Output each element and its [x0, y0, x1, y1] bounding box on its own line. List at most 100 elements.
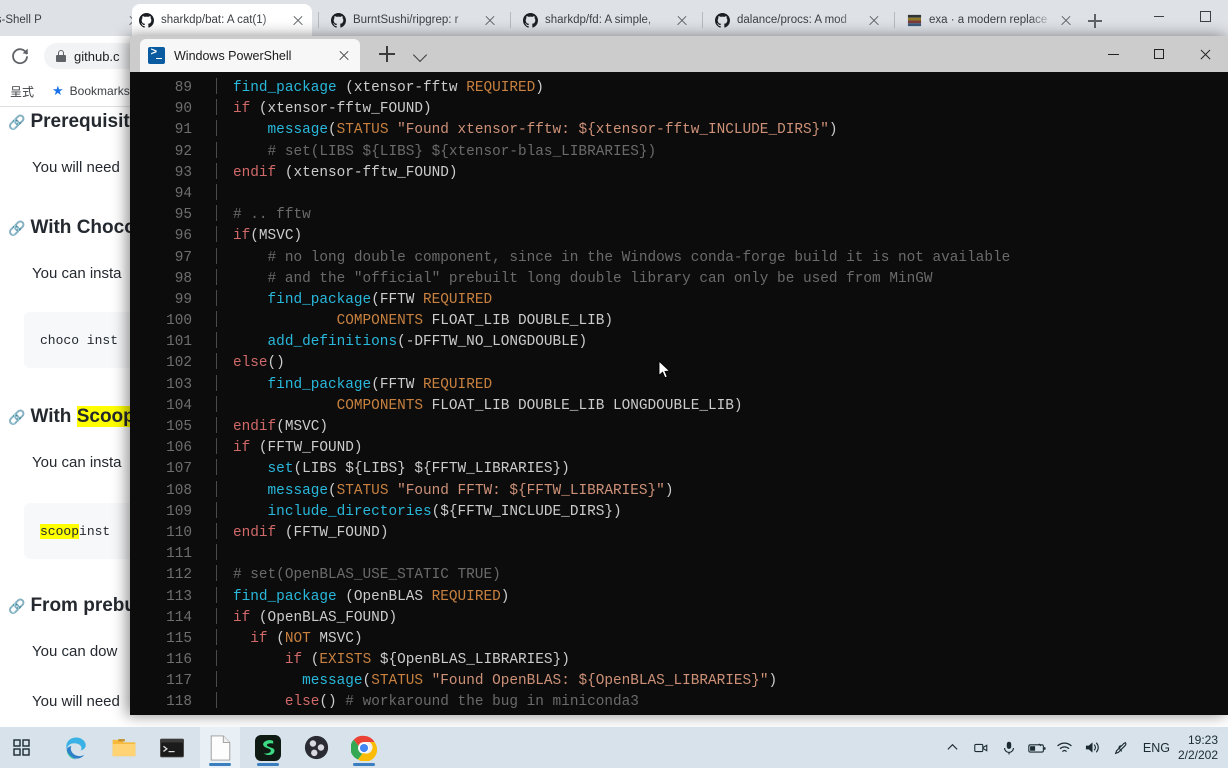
- terminal-maximize-button[interactable]: [1136, 36, 1182, 72]
- terminal-close-button[interactable]: [1182, 36, 1228, 72]
- browser-tab-3[interactable]: sharkdp/fd: A simple,: [516, 4, 696, 36]
- star-icon: ★: [52, 83, 64, 98]
- code-listing: 89 find_package (xtensor-fftw REQUIRED) 90…: [130, 78, 1228, 714]
- line-number: 115: [166, 630, 192, 647]
- search-highlight: scoop: [40, 523, 80, 539]
- code-text: COMPONENTS FLOAT_LIB DOUBLE_LIB LONGDOUB…: [336, 397, 743, 414]
- code-text: if(MSVC): [233, 228, 303, 245]
- browser-tab-label: ship: Cross-Shell P: [0, 14, 42, 26]
- code-text: find_package(FFTW REQUIRED: [267, 376, 493, 393]
- document-icon[interactable]: [200, 727, 240, 768]
- wifi-icon[interactable]: [1051, 727, 1079, 768]
- code-line: 97 # no long double component, since in …: [130, 247, 1228, 269]
- code-text: endif (FFTW_FOUND): [233, 524, 389, 541]
- tab-separator: [702, 12, 703, 28]
- close-icon[interactable]: [866, 12, 882, 28]
- new-tab-button[interactable]: [1082, 8, 1108, 34]
- code-text: message(STATUS "Found OpenBLAS: ${OpenBL…: [302, 673, 778, 690]
- line-number: 117: [166, 673, 192, 690]
- volume-icon[interactable]: [1079, 727, 1107, 768]
- chevron-up-icon[interactable]: [939, 727, 967, 768]
- line-number: 118: [166, 694, 192, 711]
- code-text: add_definitions(-DFFTW_NO_LONGDOUBLE): [267, 334, 588, 351]
- browser-tab-5[interactable]: exa · a modern replace: [900, 4, 1080, 36]
- lock-icon: [56, 50, 66, 62]
- browser-tab-strip: ship: Cross-Shell P sharkdp/bat: A cat(1…: [0, 0, 1228, 36]
- bookmark-folder-bookmarks[interactable]: ★ Bookmarks: [52, 83, 130, 99]
- code-text: # set(OpenBLAS_USE_STATIC TRUE): [233, 567, 501, 584]
- line-number: 112: [166, 567, 192, 584]
- camera-icon[interactable]: [967, 727, 995, 768]
- edge-icon[interactable]: [56, 727, 96, 768]
- line-number: 110: [166, 524, 192, 541]
- browser-tab-0[interactable]: ship: Cross-Shell P: [0, 4, 148, 36]
- obs-icon[interactable]: [296, 727, 336, 768]
- line-number: 106: [166, 440, 192, 457]
- windows-taskbar: ENG 19:23 2/2/202: [0, 727, 1228, 768]
- code-line: 95 # .. fftw: [130, 205, 1228, 226]
- close-icon[interactable]: [674, 12, 690, 28]
- line-number: 107: [166, 461, 192, 478]
- code-line: 89 find_package (xtensor-fftw REQUIRED): [130, 78, 1228, 99]
- browser-tab-label: dalance/procs: A mod: [737, 14, 847, 26]
- code-line: 109 include_directories(${FFTW_INCLUDE_D…: [130, 501, 1228, 523]
- code-text: # and the "official" prebuilt long doubl…: [267, 270, 933, 287]
- terminal-minimize-button[interactable]: [1090, 36, 1136, 72]
- pen-icon[interactable]: [1107, 727, 1135, 768]
- terminal-output-area[interactable]: 89 find_package (xtensor-fftw REQUIRED) 90…: [130, 72, 1228, 715]
- start-icon[interactable]: [2, 727, 42, 768]
- close-icon[interactable]: [482, 12, 498, 28]
- link-icon: 🔗: [8, 114, 26, 130]
- chevron-down-icon[interactable]: [414, 48, 428, 62]
- browser-tab-2[interactable]: BurntSushi/ripgrep: r: [324, 4, 504, 36]
- code-text: if (xtensor-fftw_FOUND): [233, 101, 432, 118]
- readme-paragraph-0: You will need: [32, 159, 120, 176]
- code-text: include_directories(${FFTW_INCLUDE_DIRS}…: [267, 503, 622, 520]
- line-number: 98: [174, 270, 192, 287]
- language-indicator[interactable]: ENG: [1135, 741, 1178, 755]
- terminal-icon[interactable]: [152, 727, 192, 768]
- browser-tab-label: exa · a modern replace: [929, 14, 1048, 26]
- code-line: 101 add_definitions(-DFFTW_NO_LONGDOUBLE…: [130, 332, 1228, 353]
- code-text: else(): [233, 355, 285, 372]
- code-line: 110 endif (FFTW_FOUND): [130, 522, 1228, 544]
- file-explorer-icon[interactable]: [104, 727, 144, 768]
- line-number: 105: [166, 419, 192, 435]
- reload-icon[interactable]: [8, 44, 32, 68]
- code-line: 113 find_package (OpenBLAS REQUIRED): [130, 586, 1228, 608]
- search-highlight: Scoop: [76, 406, 135, 427]
- clock-and-date[interactable]: 19:23 2/2/202: [1178, 733, 1222, 763]
- tab-separator: [510, 12, 511, 28]
- browser-maximize-button[interactable]: [1182, 0, 1228, 32]
- line-number: 109: [166, 503, 192, 520]
- terminal-title-bar[interactable]: Windows PowerShell: [130, 36, 1228, 72]
- link-icon: 🔗: [8, 220, 26, 236]
- browser-minimize-button[interactable]: [1136, 0, 1182, 32]
- battery-icon[interactable]: [1023, 727, 1051, 768]
- close-icon[interactable]: [336, 48, 352, 64]
- terminal-tab-powershell[interactable]: Windows PowerShell: [140, 39, 360, 72]
- windows-terminal-window: Windows PowerShell 89 find_package (xtens…: [130, 36, 1228, 715]
- line-number: 103: [166, 376, 192, 393]
- close-icon[interactable]: [290, 12, 306, 28]
- code-line: 94: [130, 183, 1228, 205]
- line-number: 99: [174, 291, 192, 308]
- sublime-icon[interactable]: [248, 727, 288, 768]
- code-line: 93 endif (xtensor-fftw_FOUND): [130, 162, 1228, 184]
- browser-tab-1[interactable]: sharkdp/bat: A cat(1): [132, 4, 312, 36]
- terminal-new-tab-button[interactable]: [378, 45, 396, 63]
- readme-heading-scoop: 🔗 With Scoop: [8, 406, 135, 427]
- terminal-tab-label: Windows PowerShell: [174, 48, 292, 63]
- github-icon: [138, 12, 154, 28]
- line-number: 116: [166, 652, 192, 669]
- code-line: 98 # and the "official" prebuilt long do…: [130, 268, 1228, 290]
- code-text: if (OpenBLAS_FOUND): [233, 609, 398, 626]
- code-line: 91 message(STATUS "Found xtensor-fftw: $…: [130, 120, 1228, 141]
- readme-heading-prebuilt: 🔗 From prebui: [8, 595, 142, 616]
- microphone-icon[interactable]: [995, 727, 1023, 768]
- bookmark-item-0[interactable]: 呈式: [10, 83, 34, 100]
- browser-tab-4[interactable]: dalance/procs: A mod: [708, 4, 888, 36]
- close-icon[interactable]: [1058, 12, 1074, 28]
- line-number: 93: [174, 164, 192, 181]
- chrome-icon[interactable]: [344, 727, 384, 768]
